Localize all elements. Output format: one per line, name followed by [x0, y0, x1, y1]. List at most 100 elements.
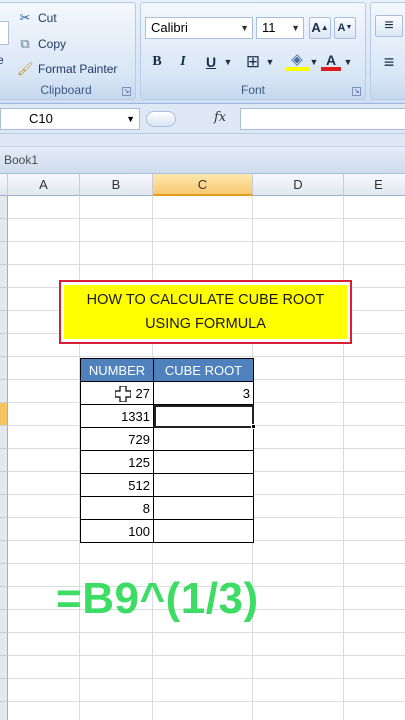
- clipboard-group: e ✂ Cut ⧉ Copy 🖌 Format Painter Clipboar…: [0, 2, 136, 100]
- cube-root-cell[interactable]: [153, 473, 254, 497]
- header-cube-root[interactable]: CUBE ROOT: [153, 358, 254, 382]
- worksheet-grid[interactable]: A B C D E HOW TO CALCULATE CUBE ROOT USI…: [0, 174, 405, 720]
- row-header[interactable]: [0, 633, 8, 656]
- caret-up-icon: ▲: [320, 23, 329, 32]
- row-header[interactable]: [0, 656, 8, 679]
- font-color-button[interactable]: A: [321, 49, 341, 71]
- chevron-down-icon: ▼: [291, 23, 300, 33]
- cube-root-cell[interactable]: 3: [153, 381, 254, 405]
- row-header[interactable]: [0, 288, 8, 311]
- number-cell[interactable]: 100: [80, 519, 154, 543]
- row-header[interactable]: [0, 380, 8, 403]
- alignment-group: ≡ ≡: [370, 2, 405, 100]
- toolbar-gap: [0, 134, 405, 146]
- underline-dropdown-icon[interactable]: ▼: [223, 51, 233, 73]
- column-header-e[interactable]: E: [344, 174, 405, 196]
- row-header[interactable]: [0, 219, 8, 242]
- font-name-combo[interactable]: Calibri ▼: [145, 17, 253, 39]
- column-header-b[interactable]: B: [80, 174, 153, 196]
- clipboard-launcher-icon[interactable]: ↘: [122, 87, 131, 96]
- table-row: 8: [80, 496, 254, 520]
- align-left-icon[interactable]: ≡: [375, 51, 403, 73]
- number-cell[interactable]: 1331: [80, 404, 154, 428]
- row-header[interactable]: [0, 564, 8, 587]
- formula-bar-handle[interactable]: [146, 111, 176, 127]
- table-row: 1331: [80, 404, 254, 428]
- cube-root-cell[interactable]: [153, 496, 254, 520]
- copy-icon: ⧉: [20, 36, 30, 51]
- row-header[interactable]: [0, 242, 8, 265]
- row-header[interactable]: [0, 196, 8, 219]
- row-header[interactable]: [0, 449, 8, 472]
- italic-button[interactable]: I: [173, 51, 193, 73]
- row-header[interactable]: [0, 472, 8, 495]
- grow-font-label: A: [311, 20, 321, 35]
- column-header-a[interactable]: A: [8, 174, 80, 196]
- grow-font-button[interactable]: A▲: [309, 17, 331, 39]
- row-header[interactable]: [0, 587, 8, 610]
- row-header[interactable]: [0, 403, 8, 426]
- borders-icon[interactable]: ⊞: [241, 51, 265, 73]
- font-color-dropdown-icon[interactable]: ▼: [343, 51, 353, 73]
- cut-label: Cut: [38, 11, 57, 25]
- row-header[interactable]: [0, 495, 8, 518]
- gridline: [343, 196, 344, 720]
- row-header[interactable]: [0, 518, 8, 541]
- shrink-font-button[interactable]: A▼: [334, 17, 356, 39]
- number-cell[interactable]: 729: [80, 427, 154, 451]
- cube-root-table: NUMBER CUBE ROOT 27 3 1331 729 125 512 8 100: [80, 358, 254, 543]
- row-header[interactable]: [0, 679, 8, 702]
- row-header[interactable]: [0, 702, 8, 720]
- number-cell[interactable]: 512: [80, 473, 154, 497]
- column-header-c[interactable]: C: [153, 174, 253, 196]
- underline-button[interactable]: U: [201, 51, 221, 73]
- number-cell[interactable]: 8: [80, 496, 154, 520]
- gridline: [8, 218, 405, 219]
- borders-dropdown-icon[interactable]: ▼: [265, 51, 275, 73]
- chevron-down-icon: ▼: [240, 23, 249, 33]
- cube-root-cell[interactable]: [153, 519, 254, 543]
- format-painter-button[interactable]: 🖌 Format Painter: [17, 62, 117, 77]
- row-header[interactable]: [0, 357, 8, 380]
- row-header[interactable]: [0, 426, 8, 449]
- name-box[interactable]: C10 ▼: [0, 108, 140, 130]
- row-header[interactable]: [0, 334, 8, 357]
- cut-button[interactable]: ✂ Cut: [17, 11, 57, 26]
- header-number[interactable]: NUMBER: [80, 358, 154, 382]
- row-header[interactable]: [0, 265, 8, 288]
- table-row: 27 3: [80, 381, 254, 405]
- column-header-d[interactable]: D: [253, 174, 344, 196]
- select-all-corner[interactable]: [0, 174, 8, 196]
- paste-button[interactable]: [0, 21, 9, 45]
- copy-label: Copy: [38, 37, 67, 51]
- table-row: 512: [80, 473, 254, 497]
- name-box-value: C10: [29, 111, 53, 126]
- font-size-value: 11: [262, 20, 276, 35]
- font-launcher-icon[interactable]: ↘: [352, 87, 361, 96]
- gridline: [8, 655, 405, 656]
- table-row: 125: [80, 450, 254, 474]
- copy-button[interactable]: ⧉ Copy: [17, 36, 67, 52]
- table-body: 27 3 1331 729 125 512 8 100: [80, 381, 254, 543]
- row-header[interactable]: [0, 311, 8, 334]
- cube-root-cell[interactable]: [153, 450, 254, 474]
- table-row: 729: [80, 427, 254, 451]
- font-group: Calibri ▼ 11 ▼ A▲ A▼ B I U ▼ ⊞ ▼ ◈ ▼ A ▼…: [140, 2, 366, 100]
- font-size-combo[interactable]: 11 ▼: [256, 17, 304, 39]
- clipboard-group-label: Clipboard: [40, 83, 92, 97]
- fill-color-dropdown-icon[interactable]: ▼: [309, 51, 319, 73]
- row-header[interactable]: [0, 541, 8, 564]
- number-cell[interactable]: 125: [80, 450, 154, 474]
- table-header-row: NUMBER CUBE ROOT: [80, 358, 254, 382]
- chevron-down-icon: ▼: [126, 114, 135, 124]
- formula-input[interactable]: [240, 108, 405, 130]
- fill-color-icon[interactable]: ◈: [285, 49, 309, 71]
- excel-window: e ✂ Cut ⧉ Copy 🖌 Format Painter Clipboar…: [0, 0, 405, 720]
- bold-button[interactable]: B: [147, 51, 167, 73]
- cube-root-cell[interactable]: [153, 404, 254, 428]
- row-header[interactable]: [0, 610, 8, 633]
- cube-root-cell[interactable]: [153, 427, 254, 451]
- top-align-icon[interactable]: ≡: [375, 15, 403, 37]
- insert-function-button[interactable]: fx: [214, 110, 226, 125]
- fill-handle[interactable]: [251, 424, 256, 429]
